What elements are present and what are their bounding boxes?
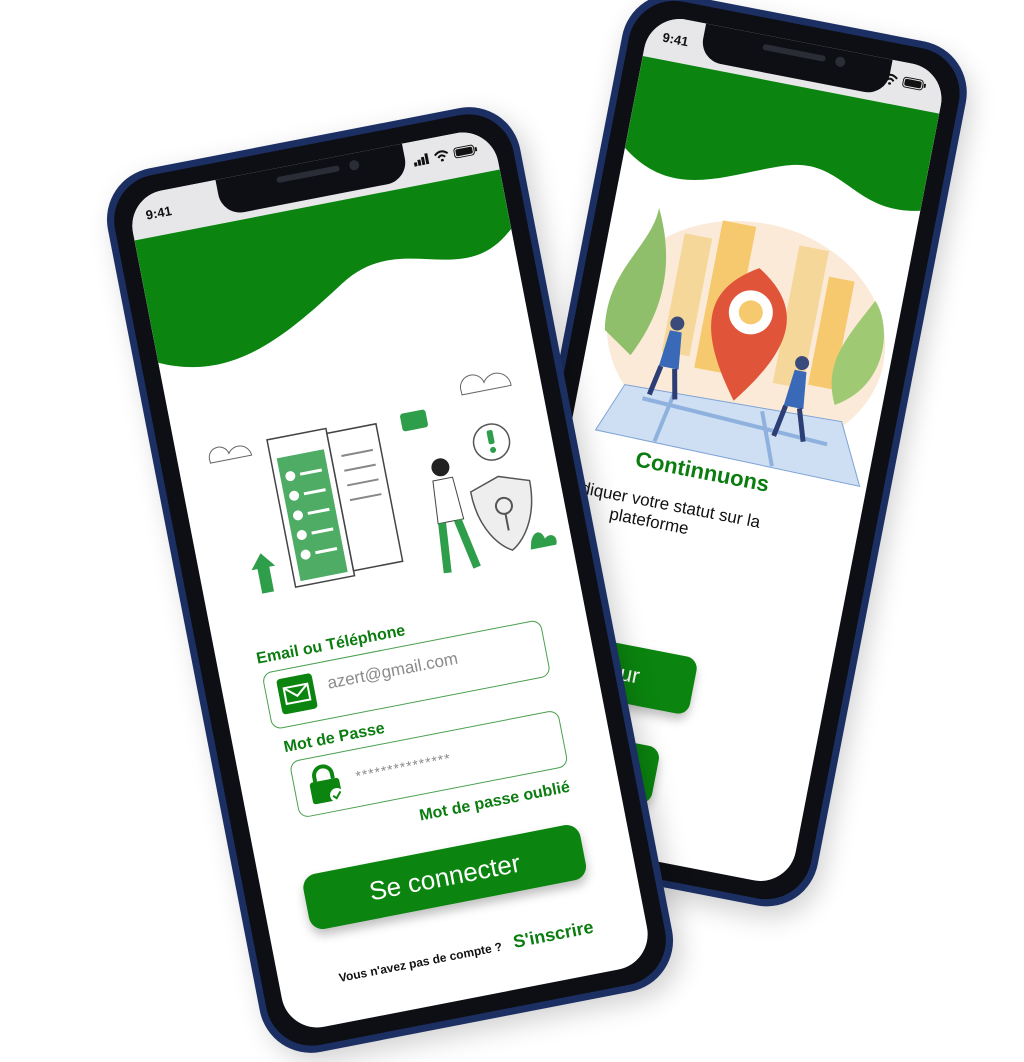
status-time: 9:41 — [661, 29, 690, 50]
status-time: 9:41 — [144, 203, 173, 223]
battery-icon — [902, 76, 927, 91]
signal-icon — [413, 153, 430, 167]
system-icons — [412, 144, 478, 167]
password-input[interactable]: *************** — [354, 750, 452, 784]
envelope-icon — [276, 673, 318, 715]
wifi-icon — [434, 150, 449, 162]
map-pin-illustration — [594, 207, 886, 487]
security-login-illustration — [208, 372, 557, 594]
battery-icon — [453, 144, 478, 159]
login-screen: 9:41 Email ou Téléphone azert@gmail.com … — [126, 126, 654, 1034]
signup-link[interactable]: S'inscrire — [511, 917, 595, 953]
no-account-text: Vous n'avez pas de compte ? — [337, 939, 504, 985]
email-input[interactable]: azert@gmail.com — [326, 649, 460, 694]
connect-button[interactable]: Se connecter — [300, 822, 589, 932]
lock-icon — [309, 764, 345, 805]
